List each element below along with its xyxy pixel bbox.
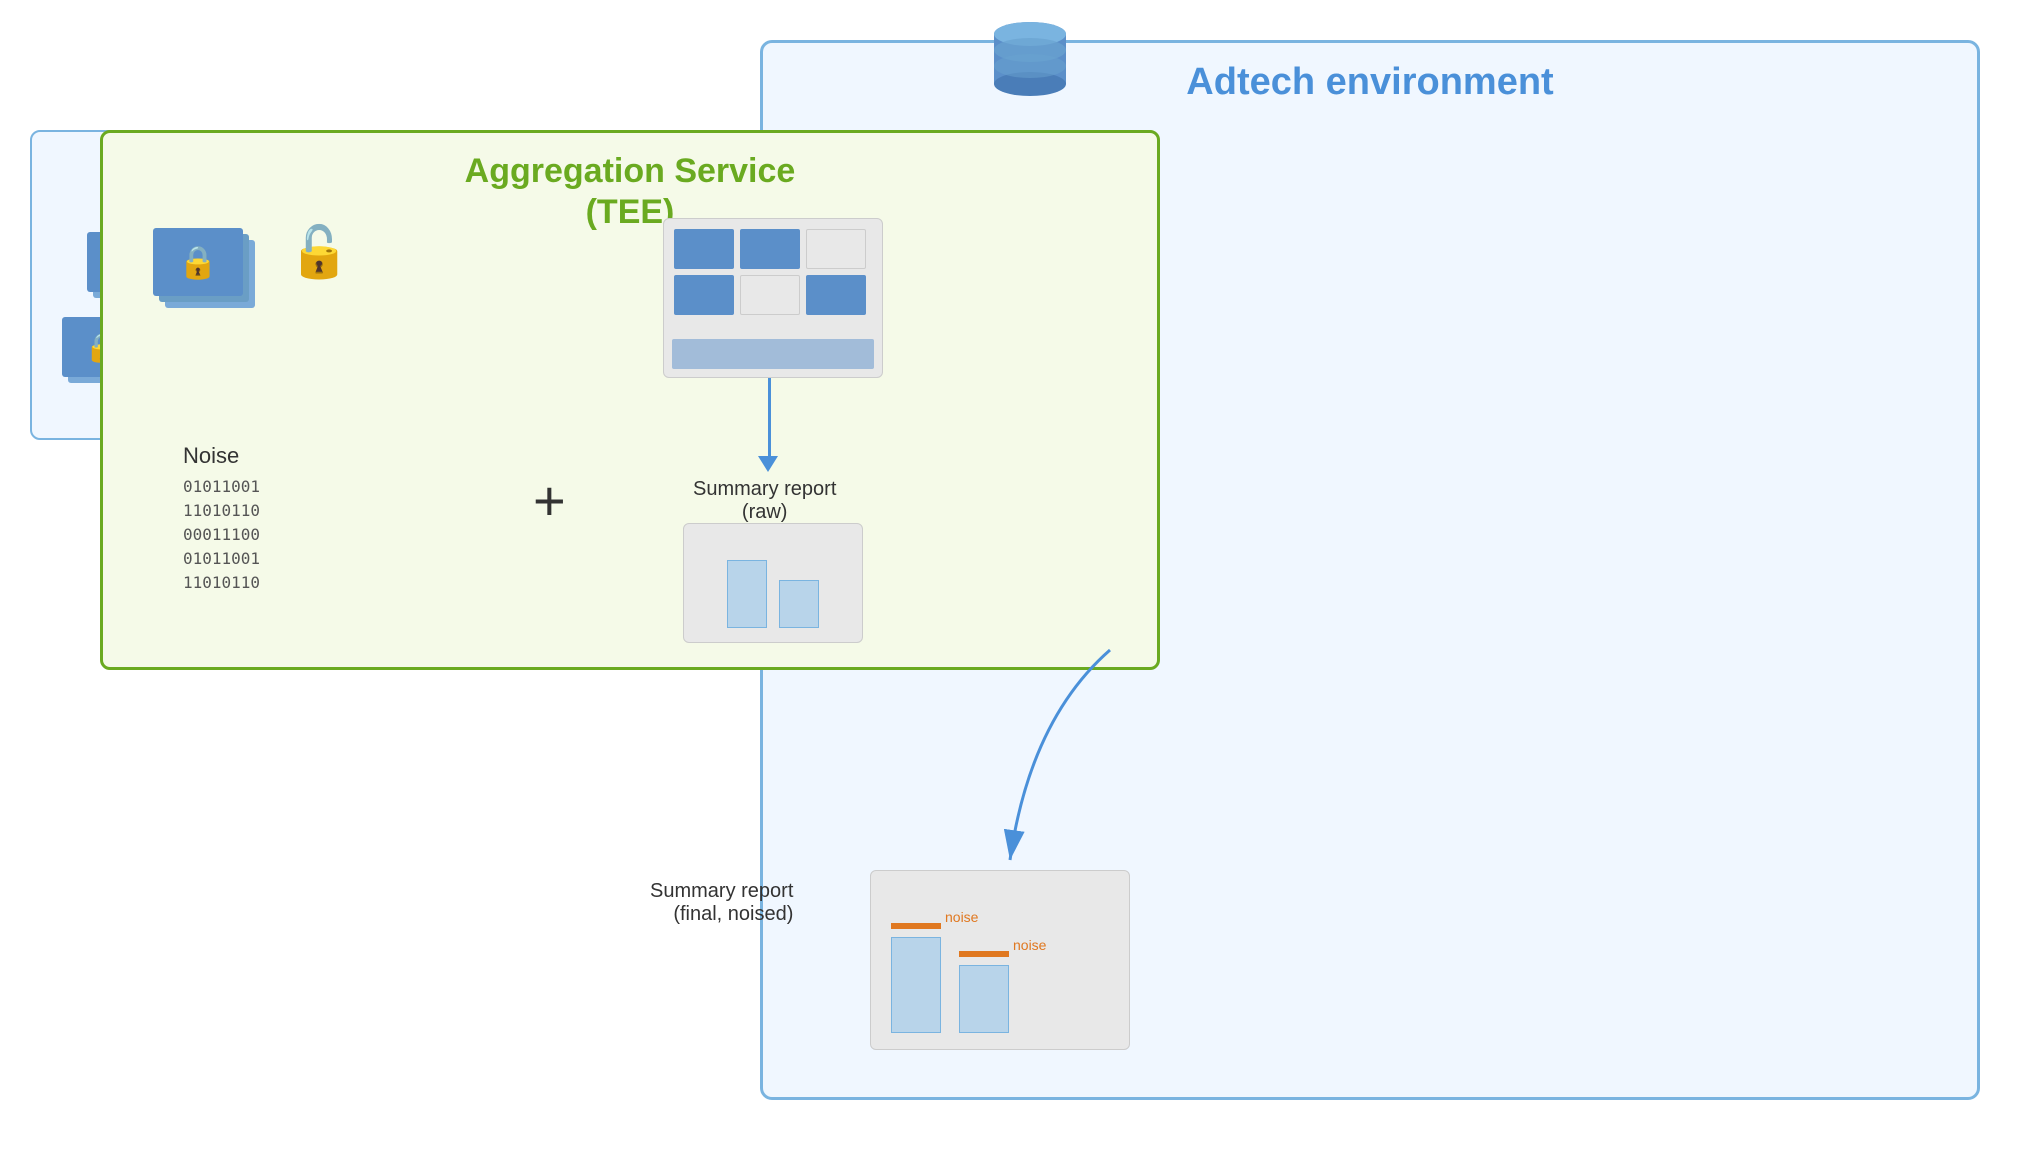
aggregation-service-box: Aggregation Service (TEE) 🔒 🔓: [100, 130, 1160, 670]
noise-binary: 0101100111010110000111000101100111010110: [183, 475, 260, 595]
arrow-to-final: [950, 640, 1250, 900]
arrow-summary-down: [768, 378, 771, 458]
summary-raw-label: Summary report (raw): [693, 478, 836, 524]
unlocked-lock-icon: 🔓: [288, 223, 350, 282]
noise-label: Noise: [183, 443, 260, 469]
summary-final-label: Summary report (final, noised): [650, 880, 793, 926]
adtech-label: Adtech environment: [1186, 61, 1553, 104]
plus-sign: +: [533, 468, 566, 533]
summary-final-card: noise noise: [870, 870, 1130, 1050]
summary-raw-card: [683, 523, 863, 643]
noise-section: Noise 0101100111010110000111000101100111…: [183, 443, 260, 595]
diagram: Adtech environment Collection service ag…: [0, 0, 2032, 1160]
arrowhead-down-1: [758, 456, 778, 472]
summary-card-top: [663, 218, 883, 378]
database-icon: [990, 14, 1070, 109]
